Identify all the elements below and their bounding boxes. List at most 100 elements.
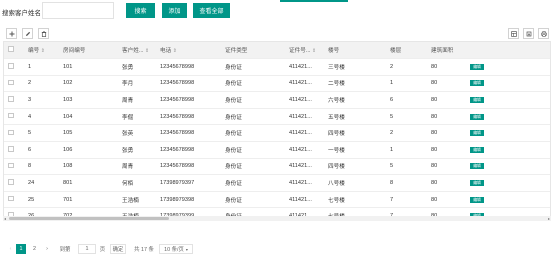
cell-customer: 何栢 (118, 174, 156, 192)
page-size-select[interactable]: 10 条/页 ▾ (159, 244, 193, 254)
goto-confirm-button[interactable]: 确定 (110, 244, 126, 254)
cell-id-number: 411421... (285, 124, 324, 143)
edit-button[interactable]: 编辑 (470, 130, 484, 137)
cell-building: 六号楼 (324, 91, 386, 109)
scroll-left-arrow-icon[interactable]: ◂ (4, 216, 6, 221)
cell-area: 80 (427, 158, 466, 176)
page-1-button[interactable]: 1 (16, 244, 26, 254)
edit-button[interactable]: 编辑 (470, 97, 484, 104)
table-body: 1 101 张勇 12345678998 身份证 411421... 三号楼 2… (4, 58, 550, 216)
trash-icon[interactable] (38, 28, 49, 39)
table-row[interactable]: 2 102 李月 12345678998 身份证 411421... 二号楼 1… (4, 75, 550, 93)
plus-icon[interactable] (6, 28, 17, 39)
cell-phone: 12345678998 (156, 91, 221, 109)
cell-actions: 编辑 (466, 91, 550, 109)
cell-actions: 编辑 (466, 75, 550, 93)
page-2-button[interactable]: 2 (30, 244, 39, 254)
cell-actions: 编辑 (466, 141, 550, 159)
cell-building: 七号楼 (324, 191, 386, 209)
cell-id-number: 411421... (285, 91, 324, 109)
edit-button[interactable]: 编辑 (470, 80, 484, 87)
edit-button[interactable]: 编辑 (470, 146, 484, 153)
column-header-id[interactable]: 编号 ⇕ (24, 42, 59, 60)
cell-id: 5 (24, 124, 59, 143)
table-row[interactable]: 24 801 何栢 17398979397 身份证 411421... 八号楼 … (4, 174, 550, 192)
table-row[interactable]: 6 106 张勇 12345678998 身份证 411421... 一号楼 1… (4, 141, 550, 159)
cell-customer: 李月 (118, 75, 156, 93)
cell-actions: 编辑 (466, 158, 550, 176)
table-row[interactable]: 25 701 王浩楠 17398979398 身份证 411421... 七号楼… (4, 191, 550, 209)
row-checkbox[interactable] (4, 158, 24, 176)
row-checkbox[interactable] (4, 58, 24, 76)
cell-customer: 王浩楠 (118, 191, 156, 209)
cell-room: 101 (59, 58, 118, 76)
column-header-customer[interactable]: 客户姓... ⇕ (118, 42, 156, 60)
cell-id: 6 (24, 141, 59, 159)
view-all-button[interactable]: 查看全部 (193, 3, 230, 18)
edit-button[interactable]: 编辑 (470, 196, 484, 203)
table-row[interactable]: 5 105 张英 12345678998 身份证 411421... 四号楼 2… (4, 124, 550, 143)
column-header-phone[interactable]: 电话 ⇕ (156, 42, 221, 60)
cell-phone: 12345678998 (156, 141, 221, 159)
cell-room: 801 (59, 174, 118, 192)
add-button[interactable]: 添加 (162, 3, 187, 18)
columns-icon[interactable] (508, 28, 519, 39)
prev-page-button[interactable]: ‹ (6, 244, 15, 254)
goto-page-input[interactable]: 1 (78, 244, 96, 254)
print-icon[interactable] (538, 28, 549, 39)
column-header-floor: 楼层 (386, 42, 427, 60)
cell-room: 701 (59, 191, 118, 209)
cell-id-type: 身份证 (221, 158, 285, 176)
export-icon[interactable] (523, 28, 534, 39)
horizontal-scrollbar[interactable]: ◂ ▸ (3, 216, 551, 221)
edit-button[interactable]: 编辑 (470, 163, 484, 170)
table-row[interactable]: 4 104 李倔 12345678998 身份证 411421... 五号楼 5… (4, 108, 550, 126)
edit-button[interactable]: 编辑 (470, 63, 484, 70)
goto-label: 到第 (59, 247, 71, 253)
row-checkbox[interactable] (4, 108, 24, 126)
scroll-right-arrow-icon[interactable]: ▸ (548, 216, 550, 221)
cell-room: 102 (59, 75, 118, 93)
row-checkbox[interactable] (4, 124, 24, 143)
cell-id: 1 (24, 58, 59, 76)
edit-button[interactable]: 编辑 (470, 113, 484, 120)
cell-customer: 张英 (118, 124, 156, 143)
cell-id-type: 身份证 (221, 91, 285, 109)
cell-phone: 17398979397 (156, 174, 221, 192)
table-row[interactable]: 1 101 张勇 12345678998 身份证 411421... 三号楼 2… (4, 58, 550, 76)
table-row[interactable]: 3 103 周青 12345678998 身份证 411421... 六号楼 6… (4, 91, 550, 109)
total-count: 共 17 条 (134, 247, 154, 253)
next-page-button[interactable]: › (43, 244, 51, 254)
search-button[interactable]: 搜索 (126, 3, 155, 18)
column-header-room: 房间编号 (59, 42, 118, 60)
cell-id: 3 (24, 91, 59, 109)
column-header-id-type: 证件类型 (221, 42, 285, 60)
row-checkbox[interactable] (4, 91, 24, 109)
cell-building: 三号楼 (324, 58, 386, 76)
cell-id: 25 (24, 191, 59, 209)
select-all-checkbox[interactable] (4, 42, 24, 60)
row-checkbox[interactable] (4, 174, 24, 192)
cell-id-type: 身份证 (221, 174, 285, 192)
row-checkbox[interactable] (4, 75, 24, 93)
pencil-icon[interactable] (22, 28, 33, 39)
cell-id-type: 身份证 (221, 124, 285, 143)
scrollbar-thumb[interactable] (9, 217, 169, 220)
table-row[interactable]: 8 108 周青 12345678998 身份证 411421... 四号楼 5… (4, 158, 550, 176)
column-header-id-number[interactable]: 证件号... ⇕ (285, 42, 324, 60)
chevron-down-icon: ▾ (185, 246, 188, 252)
row-checkbox[interactable] (4, 141, 24, 159)
cell-id-type: 身份证 (221, 141, 285, 159)
cell-building: 四号楼 (324, 124, 386, 143)
cell-customer: 李倔 (118, 108, 156, 126)
search-input[interactable] (42, 2, 114, 19)
edit-button[interactable]: 编辑 (470, 180, 484, 187)
search-bar: 搜索客户姓名： 搜索 添加 查看全部 (0, 2, 554, 20)
row-checkbox[interactable] (4, 191, 24, 209)
table-toolbar (3, 28, 551, 40)
cell-area: 80 (427, 58, 466, 76)
cell-building: 四号楼 (324, 158, 386, 176)
cell-customer: 张勇 (118, 141, 156, 159)
cell-id-type: 身份证 (221, 75, 285, 93)
cell-floor: 1 (386, 75, 427, 93)
